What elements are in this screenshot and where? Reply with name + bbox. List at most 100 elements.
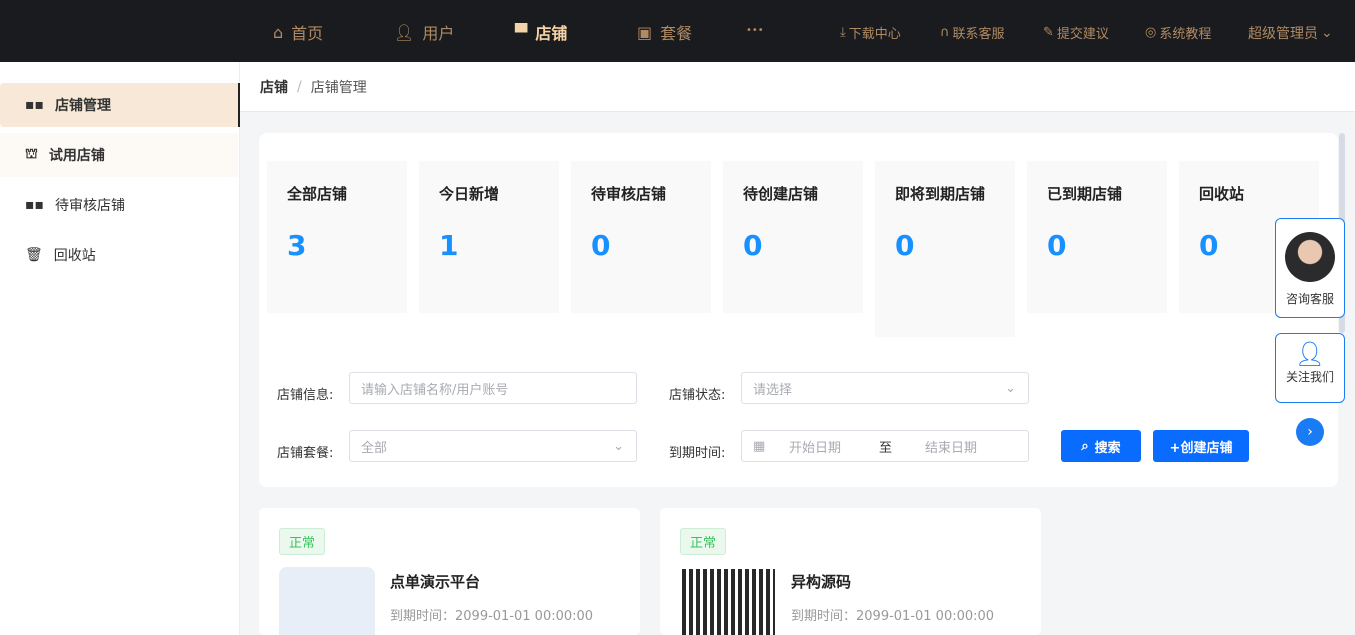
stat-card-to-create[interactable]: 待创建店铺 0 xyxy=(723,161,863,313)
link-label: 下载中心 xyxy=(849,23,901,42)
store-image-placeholder xyxy=(279,567,375,635)
store-plan-select[interactable]: 全部 ⌄ xyxy=(349,430,637,462)
store-status-select[interactable]: 请选择 ⌄ xyxy=(741,372,1029,404)
store-card[interactable]: 正常 点单演示平台 到期时间：2099-01-01 00:00:00 xyxy=(259,508,640,635)
stat-label: 已到期店铺 xyxy=(1047,183,1147,205)
store-expire: 到期时间：2099-01-01 00:00:00 xyxy=(390,605,593,624)
edit-icon: ✎ xyxy=(1043,25,1054,40)
store-card[interactable]: 正常 异构源码 到期时间：2099-01-01 00:00:00 xyxy=(660,508,1041,635)
stats-filter-panel: 全部店铺3 今日新增 1 待审核店铺 0 待创建店铺 0 即将到期店铺 0 已到期店铺 0… xyxy=(259,133,1338,487)
sidebar-label: 待审核店铺 xyxy=(55,195,125,215)
grid-icon: ▪▪ xyxy=(25,197,44,213)
stat-card-pending[interactable]: 待审核店铺 0 xyxy=(571,161,711,313)
search-button[interactable]: ⌕ 搜索 xyxy=(1061,430,1141,462)
stat-value: 0 xyxy=(591,229,691,262)
start-date-input[interactable]: 开始日期 xyxy=(789,437,841,456)
status-badge: 正常 xyxy=(279,528,325,555)
sidebar-item-pending-stores[interactable]: ▪▪ 待审核店铺 xyxy=(0,183,238,227)
lifebuoy-icon: ◎ xyxy=(1145,25,1156,40)
chevron-down-icon: ⌄ xyxy=(613,439,624,454)
widget-label: 关注我们 xyxy=(1276,368,1344,385)
bag-icon: ⛫ xyxy=(25,146,38,164)
breadcrumb: 店铺 / 店铺管理 xyxy=(240,62,1355,112)
stat-card-today[interactable]: 今日新增 1 xyxy=(419,161,559,313)
store-info-input[interactable]: 请输入店铺名称/用户账号 xyxy=(349,372,637,404)
consult-service-widget[interactable]: 咨询客服 xyxy=(1275,218,1345,318)
store-name: 异构源码 xyxy=(791,571,851,592)
stat-card-expiring[interactable]: 即将到期店铺 0 xyxy=(875,161,1015,337)
tutorial-link[interactable]: ◎系统教程 xyxy=(1145,23,1211,42)
calendar-icon: ▦ xyxy=(753,439,765,454)
store-name: 点单演示平台 xyxy=(390,571,480,592)
nav-label: 用户 xyxy=(422,20,454,44)
end-date-input[interactable]: 结束日期 xyxy=(925,437,977,456)
nav-home[interactable]: ⌂ 首页 xyxy=(273,20,323,44)
qr-code-image xyxy=(682,569,775,635)
bag-icon: ▣ xyxy=(637,23,652,42)
download-icon: ⤓ xyxy=(840,25,846,40)
link-label: 系统教程 xyxy=(1159,23,1211,42)
range-separator: 至 xyxy=(879,437,892,456)
home-icon: ⌂ xyxy=(273,23,283,42)
nav-store[interactable]: ▀ 店铺 xyxy=(515,20,567,44)
expire-time-label: 到期时间: xyxy=(669,442,725,461)
create-store-button[interactable]: +创建店铺 xyxy=(1153,430,1249,462)
contact-service-link[interactable]: ∩联系客服 xyxy=(940,23,1005,42)
store-status-label: 店铺状态: xyxy=(669,384,725,403)
user-menu[interactable]: 超级管理员⌄ xyxy=(1248,23,1333,43)
store-info-label: 店铺信息: xyxy=(277,384,333,403)
store-icon: ▀ xyxy=(515,23,527,42)
user-heart-icon: 👤︎ xyxy=(1276,340,1344,368)
stat-card-expired[interactable]: 已到期店铺 0 xyxy=(1027,161,1167,313)
feedback-link[interactable]: ✎提交建议 xyxy=(1043,23,1109,42)
store-plan-label: 店铺套餐: xyxy=(277,442,333,461)
sidebar-item-recycle-bin[interactable]: 🗑︎ 回收站 xyxy=(0,233,238,277)
grid-icon: ▪▪ xyxy=(25,97,44,113)
stat-label: 全部店铺 xyxy=(287,183,387,205)
nav-plan[interactable]: ▣ 套餐 xyxy=(637,20,692,44)
sidebar-label: 回收站 xyxy=(54,245,96,265)
placeholder: 请选择 xyxy=(753,379,792,398)
nav-label: 店铺 xyxy=(535,20,567,44)
nav-user[interactable]: 👤︎ 用户 xyxy=(394,20,454,44)
download-center-link[interactable]: ⤓下载中心 xyxy=(840,23,901,42)
sidebar-label: 试用店铺 xyxy=(49,145,105,165)
sidebar-item-trial-stores[interactable]: ⛫ 试用店铺 xyxy=(0,133,238,177)
sidebar: ▪▪店铺管理 ⛫ 试用店铺 ▪▪ 待审核店铺 🗑︎ 回收站 xyxy=(0,62,240,635)
nav-label: 首页 xyxy=(291,20,323,44)
breadcrumb-separator: / xyxy=(297,79,302,95)
chevron-down-icon: ⌄ xyxy=(1321,25,1333,41)
stat-value: 0 xyxy=(1047,229,1147,262)
stat-value: 0 xyxy=(895,229,995,262)
nav-more[interactable]: ••• xyxy=(746,25,764,36)
search-icon: ⌕ xyxy=(1081,439,1088,454)
stat-value: 1 xyxy=(439,229,539,262)
date-range-picker[interactable]: ▦ 开始日期 至 结束日期 xyxy=(741,430,1029,462)
breadcrumb-root[interactable]: 店铺 xyxy=(260,77,288,97)
widget-label: 咨询客服 xyxy=(1276,290,1344,307)
trash-icon: 🗑︎ xyxy=(25,247,43,263)
store-expire: 到期时间：2099-01-01 00:00:00 xyxy=(791,605,994,624)
stat-value: 0 xyxy=(743,229,843,262)
stat-label: 待审核店铺 xyxy=(591,183,691,205)
user-name: 超级管理员 xyxy=(1248,23,1318,43)
button-label: +创建店铺 xyxy=(1170,437,1233,456)
stat-label: 回收站 xyxy=(1199,183,1299,205)
nav-label: 套餐 xyxy=(660,20,692,44)
breadcrumb-current: 店铺管理 xyxy=(311,77,367,97)
top-bar: ⌂ 首页 👤︎ 用户 ▀ 店铺 ▣ 套餐 ••• ⤓下载中心 ∩联系客服 ✎提交建议 ◎… xyxy=(0,0,1355,62)
sidebar-item-store-management[interactable]: ▪▪店铺管理 xyxy=(0,83,240,127)
link-label: 提交建议 xyxy=(1057,23,1109,42)
follow-us-widget[interactable]: 👤︎ 关注我们 xyxy=(1275,333,1345,403)
user-icon: 👤︎ xyxy=(394,23,414,42)
stat-label: 即将到期店铺 xyxy=(895,183,995,205)
chevron-right-icon[interactable]: › xyxy=(1296,418,1324,446)
button-label: 搜索 xyxy=(1095,437,1121,456)
status-badge: 正常 xyxy=(680,528,726,555)
stat-card-all[interactable]: 全部店铺3 xyxy=(267,161,407,313)
placeholder: 请输入店铺名称/用户账号 xyxy=(361,379,508,398)
stat-label: 今日新增 xyxy=(439,183,539,205)
stat-label: 待创建店铺 xyxy=(743,183,843,205)
selected-value: 全部 xyxy=(361,437,387,456)
chevron-down-icon: ⌄ xyxy=(1005,381,1016,396)
